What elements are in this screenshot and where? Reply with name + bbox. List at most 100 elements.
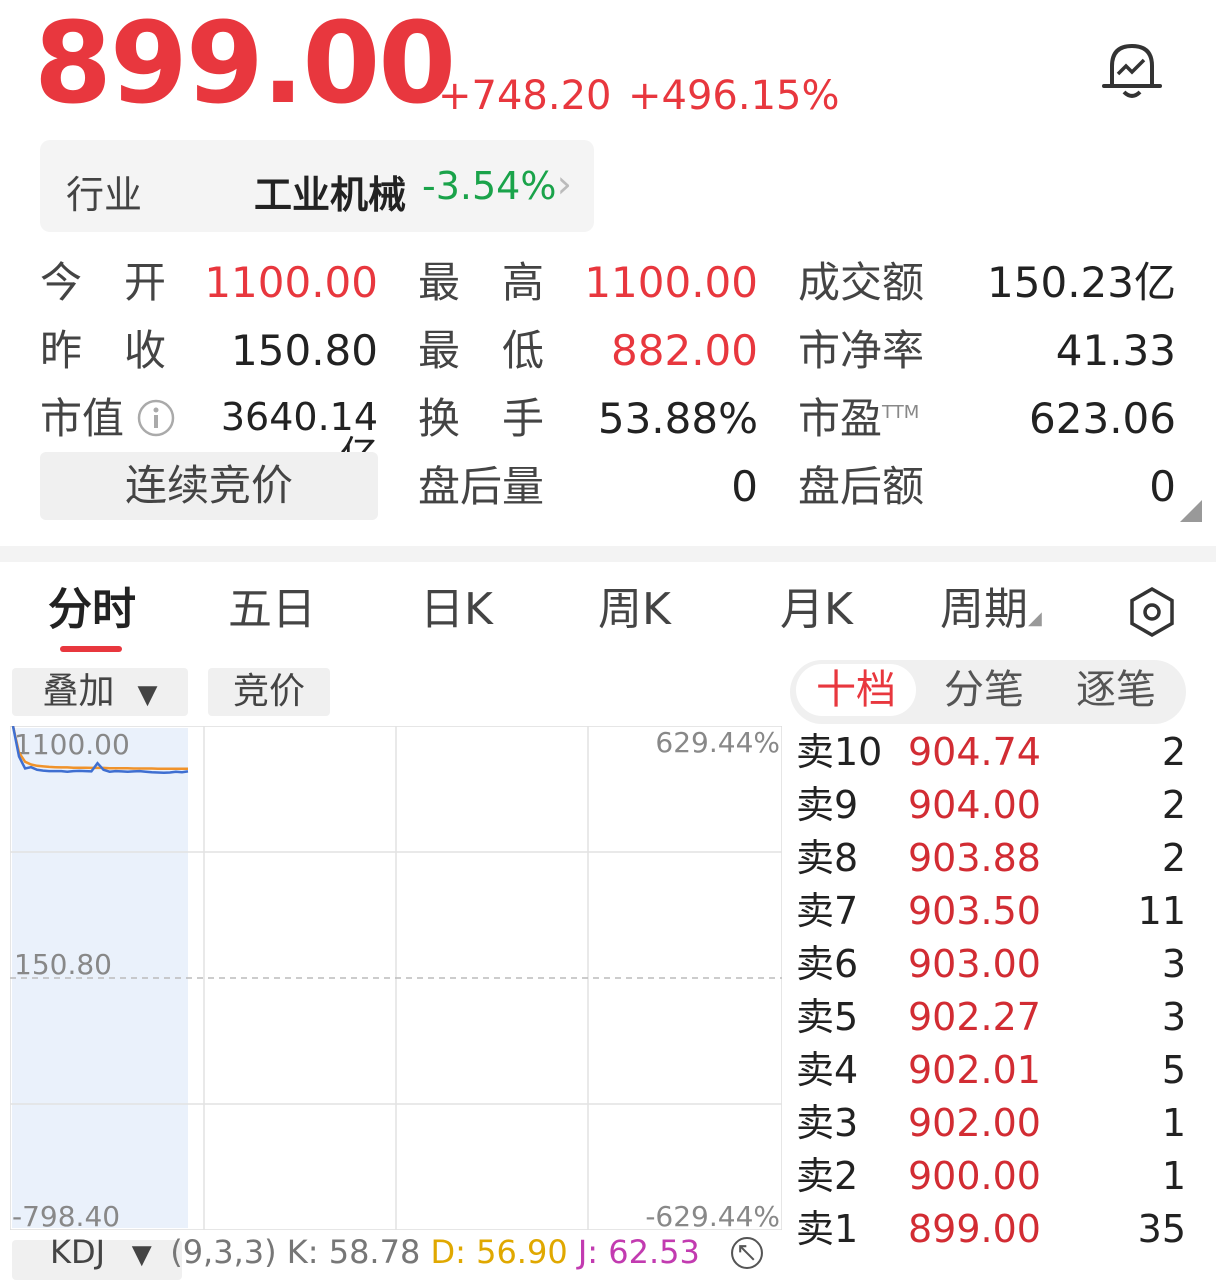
orderbook-quantity: 5 <box>1161 1048 1186 1092</box>
after-hours-volume-value: 0 <box>731 462 758 511</box>
orderbook-level-label: 卖5 <box>796 995 859 1039</box>
high-label: 最 高 <box>418 258 545 307</box>
turnover-rate-value: 53.88% <box>597 394 758 443</box>
turnover-rate-label: 换 手 <box>418 394 545 443</box>
orderbook-row[interactable]: 卖4 902.01 5 <box>796 1044 1186 1097</box>
tab-period[interactable]: 周期◢ <box>940 588 1042 632</box>
industry-row[interactable]: 行业 工业机械 -3.54% › <box>40 140 594 232</box>
pe-value: 623.06 <box>1029 394 1176 443</box>
orderbook-quantity: 2 <box>1161 783 1186 827</box>
tab-tick-by-tick[interactable]: 逐笔 <box>1076 670 1156 710</box>
orderbook-row[interactable]: 卖2 900.00 1 <box>796 1150 1186 1203</box>
after-hours-amount-label: 盘后额 <box>798 462 925 511</box>
orderbook-level-label: 卖1 <box>796 1207 859 1251</box>
orderbook-level-label: 卖4 <box>796 1048 859 1092</box>
orderbook-row[interactable]: 卖5 902.27 3 <box>796 991 1186 1044</box>
y-right-label-top: 629.44% <box>655 726 780 759</box>
y-label-top: 1100.00 <box>14 728 130 761</box>
price-change: +748.20 <box>438 73 612 119</box>
overlay-dropdown[interactable]: 叠加 ▼ <box>12 668 188 716</box>
current-price: 899.00 <box>34 0 456 129</box>
orderbook-quantity: 2 <box>1161 730 1186 774</box>
indicator-j: J: 62.53 <box>577 1233 700 1271</box>
orderbook-price: 903.50 <box>908 889 1041 933</box>
pb-value: 41.33 <box>1055 326 1176 375</box>
orderbook-quantity: 1 <box>1161 1154 1186 1198</box>
orderbook-price: 902.00 <box>908 1101 1041 1145</box>
price-change-percent: +496.15% <box>628 73 840 119</box>
orderbook-level-label: 卖10 <box>796 730 883 774</box>
pb-label: 市净率 <box>798 326 925 375</box>
chevron-right-icon: › <box>556 162 572 206</box>
orderbook-row[interactable]: 卖3 902.00 1 <box>796 1097 1186 1150</box>
tab-five-day[interactable]: 五日 <box>228 588 316 632</box>
orderbook-quantity: 11 <box>1137 889 1186 933</box>
auction-toggle[interactable]: 竞价 <box>208 668 330 716</box>
section-divider <box>0 546 1216 562</box>
orderbook-price: 899.00 <box>908 1207 1041 1251</box>
y-label-mid: 150.80 <box>14 948 112 981</box>
open-value: 1100.00 <box>204 258 378 307</box>
tab-monthly-k[interactable]: 月K <box>780 588 853 632</box>
tab-weekly-k[interactable]: 周K <box>598 588 671 632</box>
info-icon[interactable] <box>136 398 176 438</box>
orderbook-quantity: 3 <box>1161 995 1186 1039</box>
orderbook-row[interactable]: 卖9 904.00 2 <box>796 779 1186 832</box>
high-value: 1100.00 <box>584 258 758 307</box>
turnover-amount-value: 150.23亿 <box>987 258 1176 307</box>
price-alert-bell-icon[interactable] <box>1098 36 1166 104</box>
y-label-bottom: -798.40 <box>12 1200 120 1230</box>
orderbook-price: 900.00 <box>908 1154 1041 1198</box>
orderbook-price: 902.01 <box>908 1048 1041 1092</box>
industry-change: -3.54% <box>422 164 557 208</box>
after-hours-amount-value: 0 <box>1149 462 1176 511</box>
orderbook-level-label: 卖6 <box>796 942 859 986</box>
expand-arrows-icon[interactable] <box>722 1236 772 1270</box>
orderbook-quantity: 2 <box>1161 836 1186 880</box>
orderbook-price: 903.00 <box>908 942 1041 986</box>
orderbook-row[interactable]: 卖7 903.50 11 <box>796 885 1186 938</box>
low-value: 882.00 <box>611 326 758 375</box>
industry-label: 行业 <box>66 173 143 217</box>
turnover-amount-label: 成交额 <box>798 258 925 307</box>
intraday-chart[interactable]: 1100.00 150.80 -798.40 629.44% -629.44% <box>9 725 783 1233</box>
indicator-d: D: 56.90 <box>430 1233 568 1271</box>
pe-ttm-superscript: TTM <box>882 402 920 423</box>
orderbook-row[interactable]: 卖6 903.00 3 <box>796 938 1186 991</box>
orderbook-row[interactable]: 卖10 904.74 2 <box>796 726 1186 779</box>
orderbook-quantity: 1 <box>1161 1101 1186 1145</box>
orderbook-price: 904.00 <box>908 783 1041 827</box>
open-label: 今 开 <box>40 258 167 307</box>
tab-ticks[interactable]: 分笔 <box>944 670 1024 710</box>
orderbook-quantity: 3 <box>1161 942 1186 986</box>
tab-daily-k[interactable]: 日K <box>420 588 493 632</box>
prev-close-value: 150.80 <box>231 326 378 375</box>
orderbook-row[interactable]: 卖1 899.00 35 <box>796 1203 1186 1256</box>
dropdown-triangle-icon: ▼ <box>137 680 158 710</box>
orderbook-level-label: 卖9 <box>796 783 859 827</box>
indicator-params: (9,3,3) <box>170 1233 277 1271</box>
settings-hexagon-icon[interactable] <box>1126 586 1178 638</box>
orderbook-level-label: 卖3 <box>796 1101 859 1145</box>
caret-icon: ◢ <box>1028 608 1042 629</box>
dropdown-triangle-icon: ▼ <box>115 1240 161 1270</box>
orderbook-level-label: 卖2 <box>796 1154 859 1198</box>
orderbook-price: 902.27 <box>908 995 1041 1039</box>
orderbook-quantity: 35 <box>1137 1207 1186 1251</box>
expand-corner-icon[interactable] <box>1180 500 1202 522</box>
continuous-auction-button[interactable]: 连续竞价 <box>40 452 378 520</box>
y-right-label-bottom: -629.44% <box>645 1200 780 1230</box>
low-label: 最 低 <box>418 326 545 375</box>
orderbook-price: 903.88 <box>908 836 1041 880</box>
tab-intraday[interactable]: 分时 <box>48 588 136 632</box>
orderbook-row[interactable]: 卖8 903.88 2 <box>796 832 1186 885</box>
market-cap-label: 市值 <box>40 394 125 443</box>
orderbook-level-label: 卖8 <box>796 836 859 880</box>
indicator-bar: KDJ ▼ (9,3,3) K: 58.78 D: 56.90 J: 62.53 <box>10 1236 700 1268</box>
indicator-k: K: 58.78 <box>286 1233 421 1271</box>
tab-ten-levels[interactable]: 十档 <box>796 664 916 716</box>
industry-name: 工业机械 <box>254 173 407 217</box>
indicator-name[interactable]: KDJ <box>10 1233 105 1271</box>
prev-close-label: 昨 收 <box>40 326 167 375</box>
pe-label: 市盈TTM <box>798 394 920 443</box>
